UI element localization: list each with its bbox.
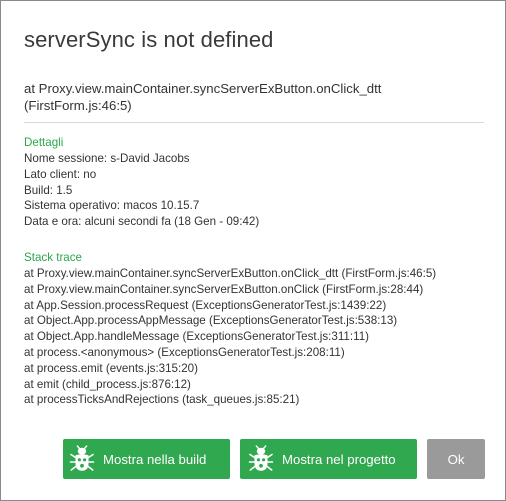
stack-trace-heading: Stack trace [24, 251, 82, 264]
show-in-project-label: Mostra nel progetto [282, 451, 396, 467]
stack-trace-line: at App.Session.processRequest (Exception… [24, 298, 387, 312]
stack-trace-line: at Object.App.handleMessage (ExceptionsG… [24, 330, 369, 344]
show-in-build-label: Mostra nella build [103, 451, 207, 467]
stack-trace-line: at process.emit (events.js:315:20) [24, 361, 198, 375]
details-line-os: Sistema operativo: macos 10.15.7 [24, 199, 200, 213]
error-location: at Proxy.view.mainContainer.syncServerEx… [24, 81, 382, 113]
bug-icon [69, 445, 95, 471]
details-line-client: Lato client: no [24, 167, 97, 181]
dialog-title: serverSync is not defined [24, 27, 274, 52]
ok-label: Ok [447, 451, 465, 467]
stack-trace-line: at Object.App.processAppMessage (Excepti… [24, 314, 398, 328]
details-heading: Dettagli [24, 136, 64, 149]
details-line-build: Build: 1.5 [24, 183, 73, 197]
details-line-datetime: Data e ora: alcuni secondi fa (18 Gen - … [24, 215, 260, 229]
ok-button[interactable]: Ok [427, 439, 485, 479]
error-dialog: serverSync is not defined at Proxy.view.… [0, 0, 506, 501]
stack-trace-line: at process.<anonymous> (ExceptionsGenera… [24, 345, 345, 359]
show-in-build-button[interactable]: Mostra nella build [63, 439, 230, 479]
divider [24, 122, 484, 123]
details-line-session: Nome sessione: s-David Jacobs [24, 152, 190, 165]
show-in-project-button[interactable]: Mostra nel progetto [240, 439, 417, 479]
bug-icon [248, 445, 274, 471]
stack-trace-line: at processTicksAndRejections (task_queue… [24, 393, 300, 407]
stack-trace-line: at Proxy.view.mainContainer.syncServerEx… [24, 282, 424, 296]
stack-trace-line: at emit (child_process.js:876:12) [24, 377, 191, 391]
stack-trace-list: at Proxy.view.mainContainer.syncServerEx… [24, 266, 436, 408]
details-list: Nome sessione: s-David Jacobs Lato clien… [24, 151, 259, 230]
stack-trace-line: at Proxy.view.mainContainer.syncServerEx… [24, 267, 437, 280]
